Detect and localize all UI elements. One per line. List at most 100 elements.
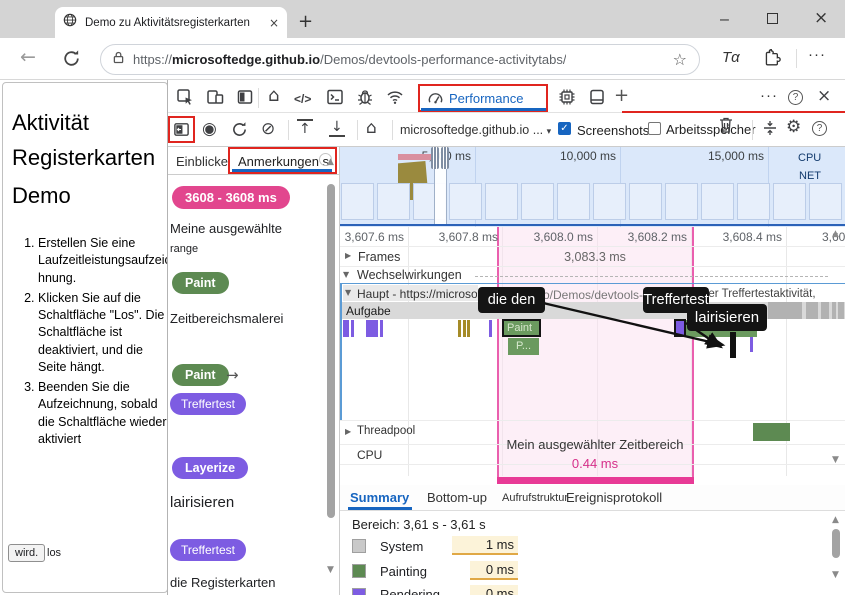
threadpool-track-label[interactable]: Threadpool [357, 425, 415, 437]
devtools-menu-button[interactable]: ··· [760, 87, 778, 104]
toolbar-divider [796, 49, 797, 68]
legend-swatch-painting [352, 564, 366, 578]
flame-scroll-up[interactable]: ▲ [832, 230, 839, 239]
main-track-top-border [340, 283, 845, 284]
frames-collapse-icon[interactable]: ▶ [345, 252, 351, 260]
translate-icon[interactable]: Tα [722, 49, 740, 66]
selected-range-label: Mein ausgewählter Zeitbereich [470, 437, 720, 452]
tab-bottom-up[interactable]: Bottom-up [427, 490, 487, 505]
annotation-paint-badge[interactable]: Paint [172, 272, 229, 294]
browser-menu-button[interactable]: ··· [808, 46, 826, 63]
overview-left-handle[interactable] [431, 147, 439, 169]
flame-scroll-down[interactable]: ▼ [832, 456, 839, 465]
overview-right-handle[interactable] [441, 147, 449, 169]
paint-event-bar[interactable]: Paint [502, 319, 541, 337]
interactions-dashed-line [475, 276, 828, 277]
threadpool-activity-bar[interactable] [753, 423, 790, 441]
issues-bug-icon[interactable] [356, 88, 374, 111]
performance-tab-underline [421, 108, 546, 111]
memory-label: Arbeitsspeicher [666, 122, 756, 137]
summary-scroll-up[interactable]: ▲ [832, 516, 839, 525]
minimize-button[interactable]: – [720, 11, 729, 29]
overview-interaction-bar [398, 154, 431, 160]
inspect-icon[interactable] [176, 88, 194, 111]
task-segment [821, 302, 829, 319]
sidebar-toggle-icon[interactable] [173, 121, 190, 143]
dock-panel-icon[interactable] [236, 88, 254, 111]
summary-scroll-down[interactable]: ▼ [832, 571, 839, 580]
annotation-hittest-badge[interactable]: Treffertest [170, 393, 246, 415]
interactions-track-label[interactable]: Wechselwirkungen [357, 268, 462, 282]
memory-checkbox[interactable] [648, 122, 661, 135]
tab-annotations[interactable]: Anmerkungen s [238, 154, 329, 169]
sidebar-scroll-up[interactable]: ▲ [327, 158, 334, 167]
legend-value: 0 ms [470, 561, 518, 580]
activity-bar[interactable] [343, 320, 349, 337]
load-profile-button[interactable]: ↑ [297, 119, 313, 137]
settings-gear-icon[interactable]: ⚙ [786, 119, 801, 136]
screenshots-checkbox[interactable]: ✓ [558, 122, 571, 135]
save-profile-button[interactable]: ↓ [329, 119, 345, 137]
extensions-icon[interactable] [764, 49, 781, 71]
back-button[interactable]: ← [20, 48, 36, 67]
interactions-collapse-icon[interactable]: ▼ [343, 271, 349, 279]
memory-chip-icon[interactable] [558, 88, 576, 111]
summary-scroll-thumb[interactable] [832, 529, 840, 558]
home-tab-icon[interactable]: ⌂ [268, 87, 279, 105]
sources-tab-icon[interactable]: </> [294, 92, 311, 106]
tab-insights[interactable]: Einblicke [176, 154, 228, 169]
activity-bar[interactable] [750, 337, 753, 352]
more-tabs-plus-icon[interactable]: + [614, 87, 629, 105]
hittest-event-bar[interactable] [674, 319, 686, 337]
tab-summary[interactable]: Summary [350, 490, 409, 505]
annotation-layerize-badge[interactable]: Layerize [172, 457, 248, 479]
frames-track-label[interactable]: Frames [358, 250, 400, 264]
home-button[interactable]: ⌂ [366, 120, 377, 137]
threadpool-collapse-icon[interactable]: ▶ [345, 428, 351, 436]
console-tab-icon[interactable] [326, 88, 344, 111]
main-collapse-icon[interactable]: ▼ [345, 289, 351, 297]
tab-title: Demo zu Aktivitätsregisterkarten [85, 17, 269, 29]
network-wifi-icon[interactable] [386, 88, 404, 111]
tab-call-tree[interactable]: Aufrufstruktur [502, 492, 568, 504]
activity-bar[interactable] [366, 320, 378, 337]
collapse-panel-icon[interactable] [762, 119, 778, 142]
origin-dropdown[interactable]: microsoftedge.github.io ... ▾ [400, 123, 551, 137]
device-emulation-icon[interactable] [206, 88, 224, 111]
maximize-button[interactable] [767, 13, 778, 24]
reload-button[interactable] [62, 49, 81, 73]
tab-performance[interactable]: Performance [449, 91, 523, 106]
application-storage-icon[interactable] [588, 88, 606, 111]
main-track-label[interactable]: Haupt - https://microsof [357, 287, 477, 301]
activity-bar[interactable] [463, 320, 466, 337]
annotation-paint-badge[interactable]: Paint [172, 364, 229, 386]
tab-close-icon[interactable]: × [269, 17, 279, 29]
wird-button[interactable]: wird. [8, 544, 45, 562]
activity-bar[interactable] [351, 320, 354, 337]
activity-bar[interactable] [489, 320, 492, 337]
browser-tab[interactable]: Demo zu Aktivitätsregisterkarten × [55, 7, 287, 38]
clear-button[interactable]: ⊘ [261, 121, 275, 138]
activity-bar[interactable] [467, 320, 470, 337]
overview-tick: 10,000 ms [556, 149, 616, 163]
new-tab-button[interactable]: + [298, 13, 313, 31]
record-button[interactable]: ◉ [202, 121, 217, 138]
arrow-right-icon: → [226, 368, 239, 383]
summary-tab-underline [348, 507, 412, 510]
sidebar-scroll-down[interactable]: ▼ [327, 566, 334, 575]
paint-child-bar[interactable]: P... [508, 338, 539, 355]
activity-bar[interactable] [380, 320, 383, 337]
devtools-close-button[interactable]: × [817, 88, 831, 105]
tab-event-log[interactable]: Ereignisprotokoll [566, 490, 662, 505]
screenshot-filmstrip[interactable] [341, 183, 845, 221]
window-close-button[interactable]: × [814, 10, 828, 27]
activity-bar[interactable] [458, 320, 461, 337]
address-bar[interactable]: https://microsoftedge.github.io/Demos/de… [100, 44, 700, 75]
refresh-record-button[interactable] [231, 121, 248, 143]
favorites-star-icon[interactable]: ☆ [673, 52, 687, 68]
annotation-hittest-badge[interactable]: Treffertest [170, 539, 246, 561]
performance-help-button[interactable]: ? [812, 121, 827, 136]
devtools-help-button[interactable]: ? [788, 90, 803, 105]
trash-icon[interactable] [718, 116, 734, 139]
annotation-range-badge[interactable]: 3608 - 3608 ms [172, 186, 290, 209]
